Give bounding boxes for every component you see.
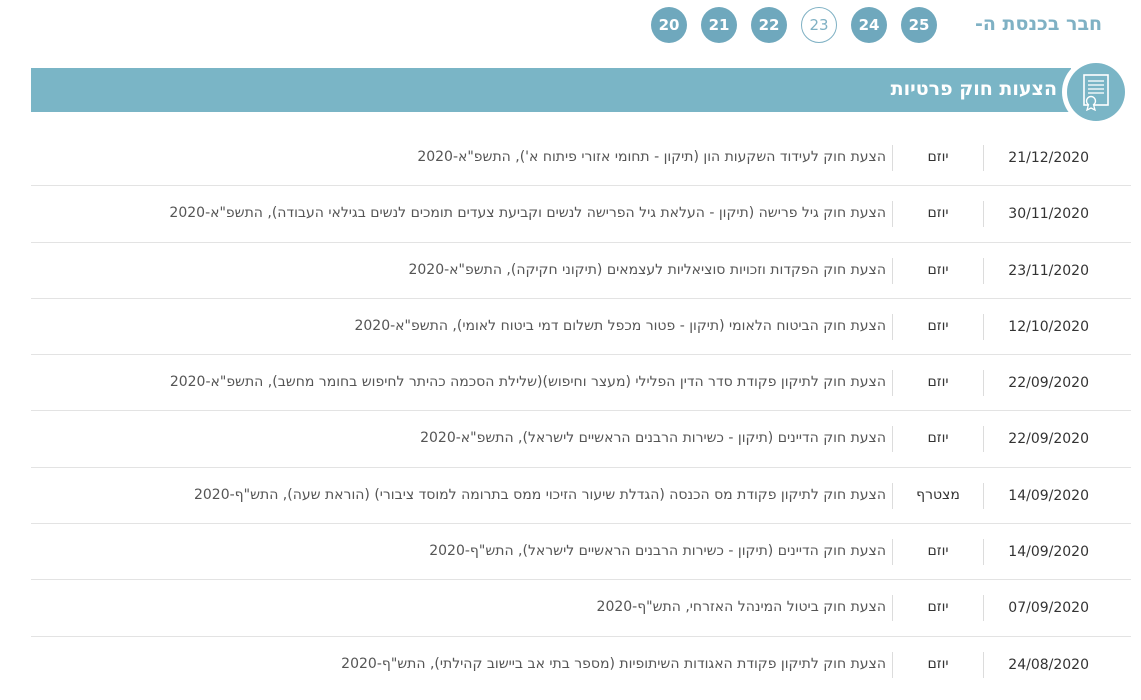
- bill-role: יוזם: [927, 543, 949, 560]
- bill-title-link[interactable]: הצעת חוק לתיקון פקודת האגודות השיתופיות …: [341, 656, 886, 672]
- certificate-document-icon: [1067, 63, 1125, 121]
- column-divider: [892, 426, 893, 453]
- bill-date: 23/11/2020: [1008, 262, 1089, 279]
- section-header: הצעות חוק פרטיות: [31, 68, 1071, 112]
- knesset-selector: חבר בכנסת ה- 25 24 23 22 21 20: [0, 7, 1141, 43]
- column-divider: [983, 539, 984, 566]
- bill-date: 07/09/2020: [1008, 600, 1089, 617]
- column-divider: [892, 370, 893, 397]
- column-divider: [983, 426, 984, 453]
- bill-date: 30/11/2020: [1008, 206, 1089, 223]
- bill-role: יוזם: [927, 261, 949, 278]
- column-divider: [892, 539, 893, 566]
- knesset-25-button[interactable]: 25: [901, 7, 937, 43]
- bill-title-link[interactable]: הצעת חוק הביטוח הלאומי (תיקון - פטור מכפ…: [354, 318, 886, 334]
- column-divider: [892, 651, 893, 678]
- section-icon-badge: [1062, 58, 1130, 126]
- column-divider: [892, 145, 893, 171]
- column-divider: [983, 595, 984, 622]
- knesset-24-button[interactable]: 24: [851, 7, 887, 43]
- column-divider: [983, 651, 984, 678]
- bill-title-link[interactable]: הצעת חוק לעידוד השקעות הון (תיקון - תחומ…: [417, 149, 886, 165]
- bill-date: 12/10/2020: [1008, 318, 1089, 335]
- bill-row: 14/09/2020 מצטרף הצעת חוק לתיקון פקודת מס …: [31, 468, 1131, 525]
- column-divider: [892, 201, 893, 228]
- bill-row: 22/09/2020 יוזם הצעת חוק הדיינים (תיקון - …: [31, 411, 1131, 468]
- bill-title-link[interactable]: הצעת חוק הדיינים (תיקון - כשירות הרבנים …: [420, 430, 886, 446]
- bill-title-link[interactable]: הצעת חוק גיל פרישה (תיקון - העלאת גיל הפ…: [169, 205, 886, 221]
- bill-row: 07/09/2020 יוזם הצעת חוק ביטול המינהל האזר…: [31, 580, 1131, 637]
- bill-date: 22/09/2020: [1008, 431, 1089, 448]
- column-divider: [983, 370, 984, 397]
- knesset-22-button[interactable]: 22: [751, 7, 787, 43]
- bill-title-link[interactable]: הצעת חוק ביטול המינהל האזרחי, התש"ף-2020: [597, 599, 886, 615]
- bill-role: יוזם: [927, 317, 949, 334]
- bill-title-link[interactable]: הצעת חוק הפקדות וזכויות סוציאליות לעצמאי…: [408, 262, 886, 278]
- bill-role: יוזם: [927, 430, 949, 447]
- bill-row: 14/09/2020 יוזם הצעת חוק הדיינים (תיקון - …: [31, 524, 1131, 581]
- bill-date: 21/12/2020: [1008, 150, 1089, 166]
- bill-title-link[interactable]: הצעת חוק הדיינים (תיקון - כשירות הרבנים …: [429, 543, 886, 559]
- column-divider: [983, 201, 984, 228]
- column-divider: [892, 482, 893, 509]
- column-divider: [983, 257, 984, 284]
- bill-date: 14/09/2020: [1008, 487, 1089, 504]
- bill-row: 21/12/2020 יוזם הצעת חוק לעידוד השקעות הון…: [31, 130, 1131, 187]
- bill-role: יוזם: [927, 205, 949, 222]
- bill-role: מצטרף: [916, 486, 960, 503]
- knesset-21-button[interactable]: 21: [701, 7, 737, 43]
- bill-role: יוזם: [927, 149, 949, 165]
- section-title: הצעות חוק פרטיות: [890, 78, 1057, 100]
- bill-row: 24/08/2020 יוזם הצעת חוק לתיקון פקודת האגו…: [31, 637, 1131, 693]
- bill-date: 22/09/2020: [1008, 375, 1089, 392]
- bills-list: 21/12/2020 יוזם הצעת חוק לעידוד השקעות הון…: [31, 130, 1131, 693]
- bill-role: יוזם: [927, 655, 949, 672]
- knesset-23-button[interactable]: 23: [801, 7, 837, 43]
- knesset-20-button[interactable]: 20: [651, 7, 687, 43]
- bill-role: יוזם: [927, 599, 949, 616]
- column-divider: [983, 313, 984, 340]
- bill-row: 12/10/2020 יוזם הצעת חוק הביטוח הלאומי (תי…: [31, 299, 1131, 356]
- bill-row: 22/09/2020 יוזם הצעת חוק לתיקון פקודת סדר …: [31, 355, 1131, 412]
- bill-date: 14/09/2020: [1008, 544, 1089, 561]
- bill-title-link[interactable]: הצעת חוק לתיקון פקודת סדר הדין הפלילי (מ…: [170, 374, 886, 390]
- bill-title-link[interactable]: הצעת חוק לתיקון פקודת מס הכנסה (הגדלת שי…: [194, 487, 886, 503]
- bill-row: 30/11/2020 יוזם הצעת חוק גיל פרישה (תיקון …: [31, 186, 1131, 243]
- bill-role: יוזם: [927, 374, 949, 391]
- column-divider: [892, 595, 893, 622]
- column-divider: [983, 482, 984, 509]
- column-divider: [983, 145, 984, 171]
- column-divider: [892, 313, 893, 340]
- bill-date: 24/08/2020: [1008, 656, 1089, 673]
- column-divider: [892, 257, 893, 284]
- bill-row: 23/11/2020 יוזם הצעת חוק הפקדות וזכויות סו…: [31, 243, 1131, 299]
- knesset-label: חבר בכנסת ה-: [975, 13, 1103, 35]
